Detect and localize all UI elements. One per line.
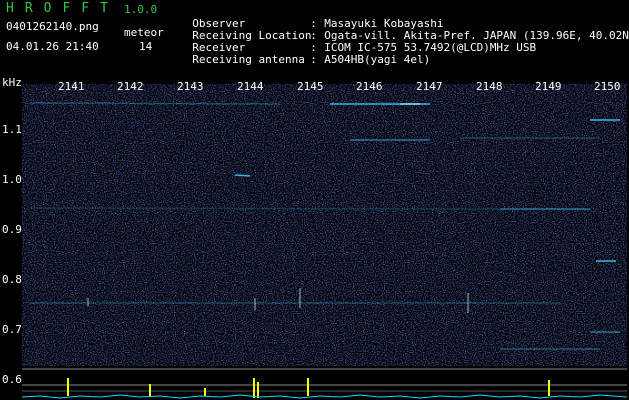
freq-tick: 0.6 — [2, 373, 22, 386]
time-tick: 2145 — [297, 80, 324, 93]
info-sep: : — [310, 53, 317, 66]
freq-tick: 0.9 — [2, 223, 22, 236]
app-version: 1.0.0 — [124, 3, 158, 16]
freq-tick: 0.7 — [2, 323, 22, 336]
time-tick: 2150 — [594, 80, 621, 93]
time-tick: 2146 — [356, 80, 383, 93]
info-value: A504HB(yagi 4el) — [324, 53, 431, 66]
freq-tick: 0.8 — [2, 273, 22, 286]
info-antenna: Receiving antenna: A504HB(yagi 4el) — [179, 40, 430, 66]
freq-unit-label: kHz — [2, 76, 22, 89]
meteor-count: 14 — [139, 40, 153, 53]
time-tick: 2142 — [117, 80, 144, 93]
file-name: 0401262140.png — [6, 20, 99, 33]
app-title: HROFFT — [6, 1, 119, 16]
info-key: Receiving antenna — [192, 53, 305, 66]
noise-field — [22, 84, 627, 366]
time-tick: 2148 — [476, 80, 503, 93]
freq-tick: 1.1 — [2, 123, 22, 136]
time-tick: 2143 — [177, 80, 204, 93]
timestamp: 04.01.26 21:40 — [6, 40, 99, 53]
time-tick: 2144 — [237, 80, 264, 93]
time-tick: 2147 — [416, 80, 443, 93]
spectrogram — [0, 78, 629, 400]
time-tick: 2149 — [535, 80, 562, 93]
meteor-label: meteor — [124, 26, 164, 39]
freq-tick: 1.0 — [2, 173, 22, 186]
time-tick: 2141 — [58, 80, 85, 93]
